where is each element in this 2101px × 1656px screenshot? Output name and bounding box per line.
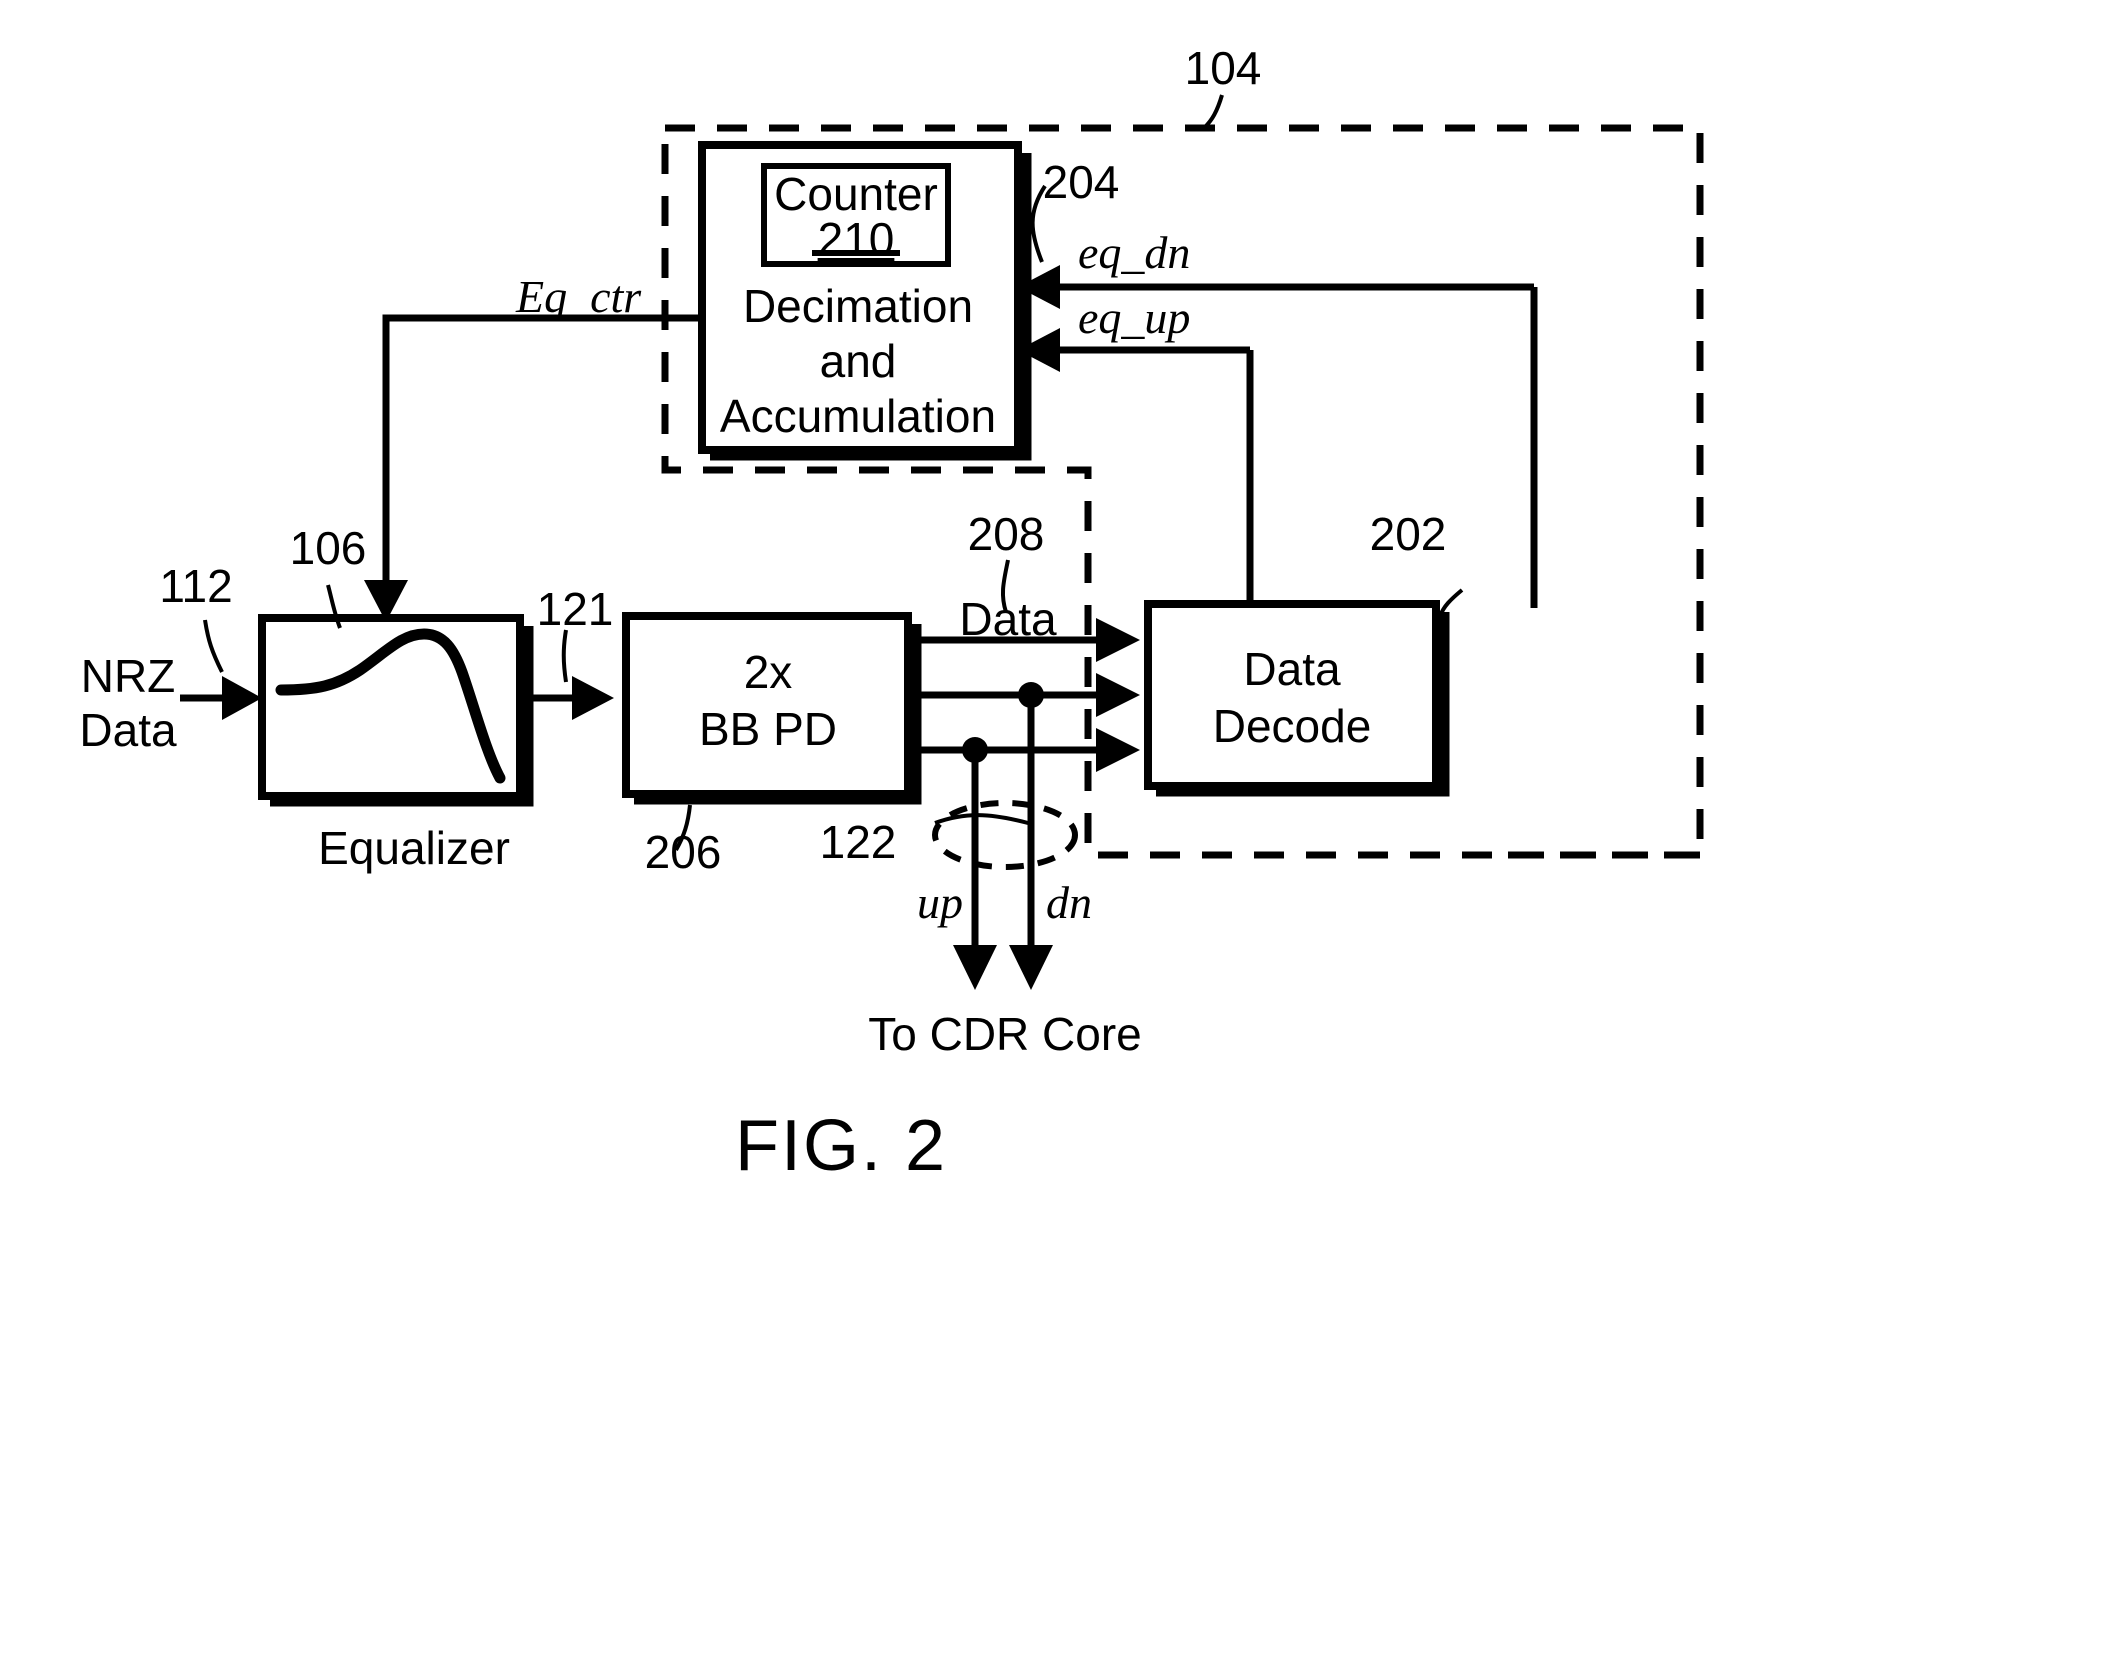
leader-121: [561, 629, 568, 683]
wire-121: [528, 676, 614, 720]
wire-eq-ctr: [364, 314, 702, 622]
bbpd-line-2: BB PD: [698, 703, 838, 755]
signal-eq-up: eq_up: [1078, 292, 1191, 343]
signal-nrz-line-2: Data: [79, 704, 177, 756]
signal-eq-ctr: Eq_ctr: [516, 271, 642, 322]
ref-121: 121: [536, 583, 614, 635]
ref-202: 202: [1369, 508, 1447, 560]
decimation-line-3: Accumulation: [719, 390, 997, 442]
ref-208: 208: [967, 508, 1045, 560]
data-decode-line-1: Data: [1243, 643, 1341, 695]
ref-206: 206: [644, 826, 722, 878]
block-equalizer[interactable]: [258, 614, 534, 807]
signal-data: Data: [959, 593, 1057, 645]
ref-106: 106: [289, 522, 367, 574]
wire-dn-branch: [916, 673, 1140, 990]
ref-104: 104: [1184, 42, 1262, 94]
data-decode-line-2: Decode: [1212, 700, 1372, 752]
decimation-line-1: Decimation: [742, 280, 974, 332]
leader-202: [1438, 588, 1464, 617]
bbpd-line-1: 2x: [743, 646, 793, 698]
block-data-decode[interactable]: [1144, 600, 1450, 797]
dashed-ellipse-122: [932, 800, 1078, 870]
leader-122: [934, 813, 1029, 825]
ref-122: 122: [819, 816, 897, 868]
ref-204: 204: [1042, 156, 1120, 208]
leader-104: [1203, 94, 1224, 129]
equalizer-caption: Equalizer: [318, 822, 510, 874]
signal-up: up: [917, 877, 963, 928]
wire-eq-up: [1018, 328, 1254, 608]
signal-nrz-line-1: NRZ: [80, 650, 176, 702]
signal-eq-dn: eq_dn: [1078, 227, 1191, 278]
to-cdr-core-label: To CDR Core: [868, 1008, 1142, 1060]
signal-dn: dn: [1046, 877, 1092, 928]
figure-caption: FIG. 2: [734, 1106, 948, 1186]
ref-112: 112: [159, 560, 233, 612]
counter-ref-210: 210: [817, 213, 895, 265]
figure-canvas: 104 204 106 112 121 208 202 206 122 Coun…: [0, 0, 2101, 1656]
decimation-line-2: and: [819, 335, 897, 387]
